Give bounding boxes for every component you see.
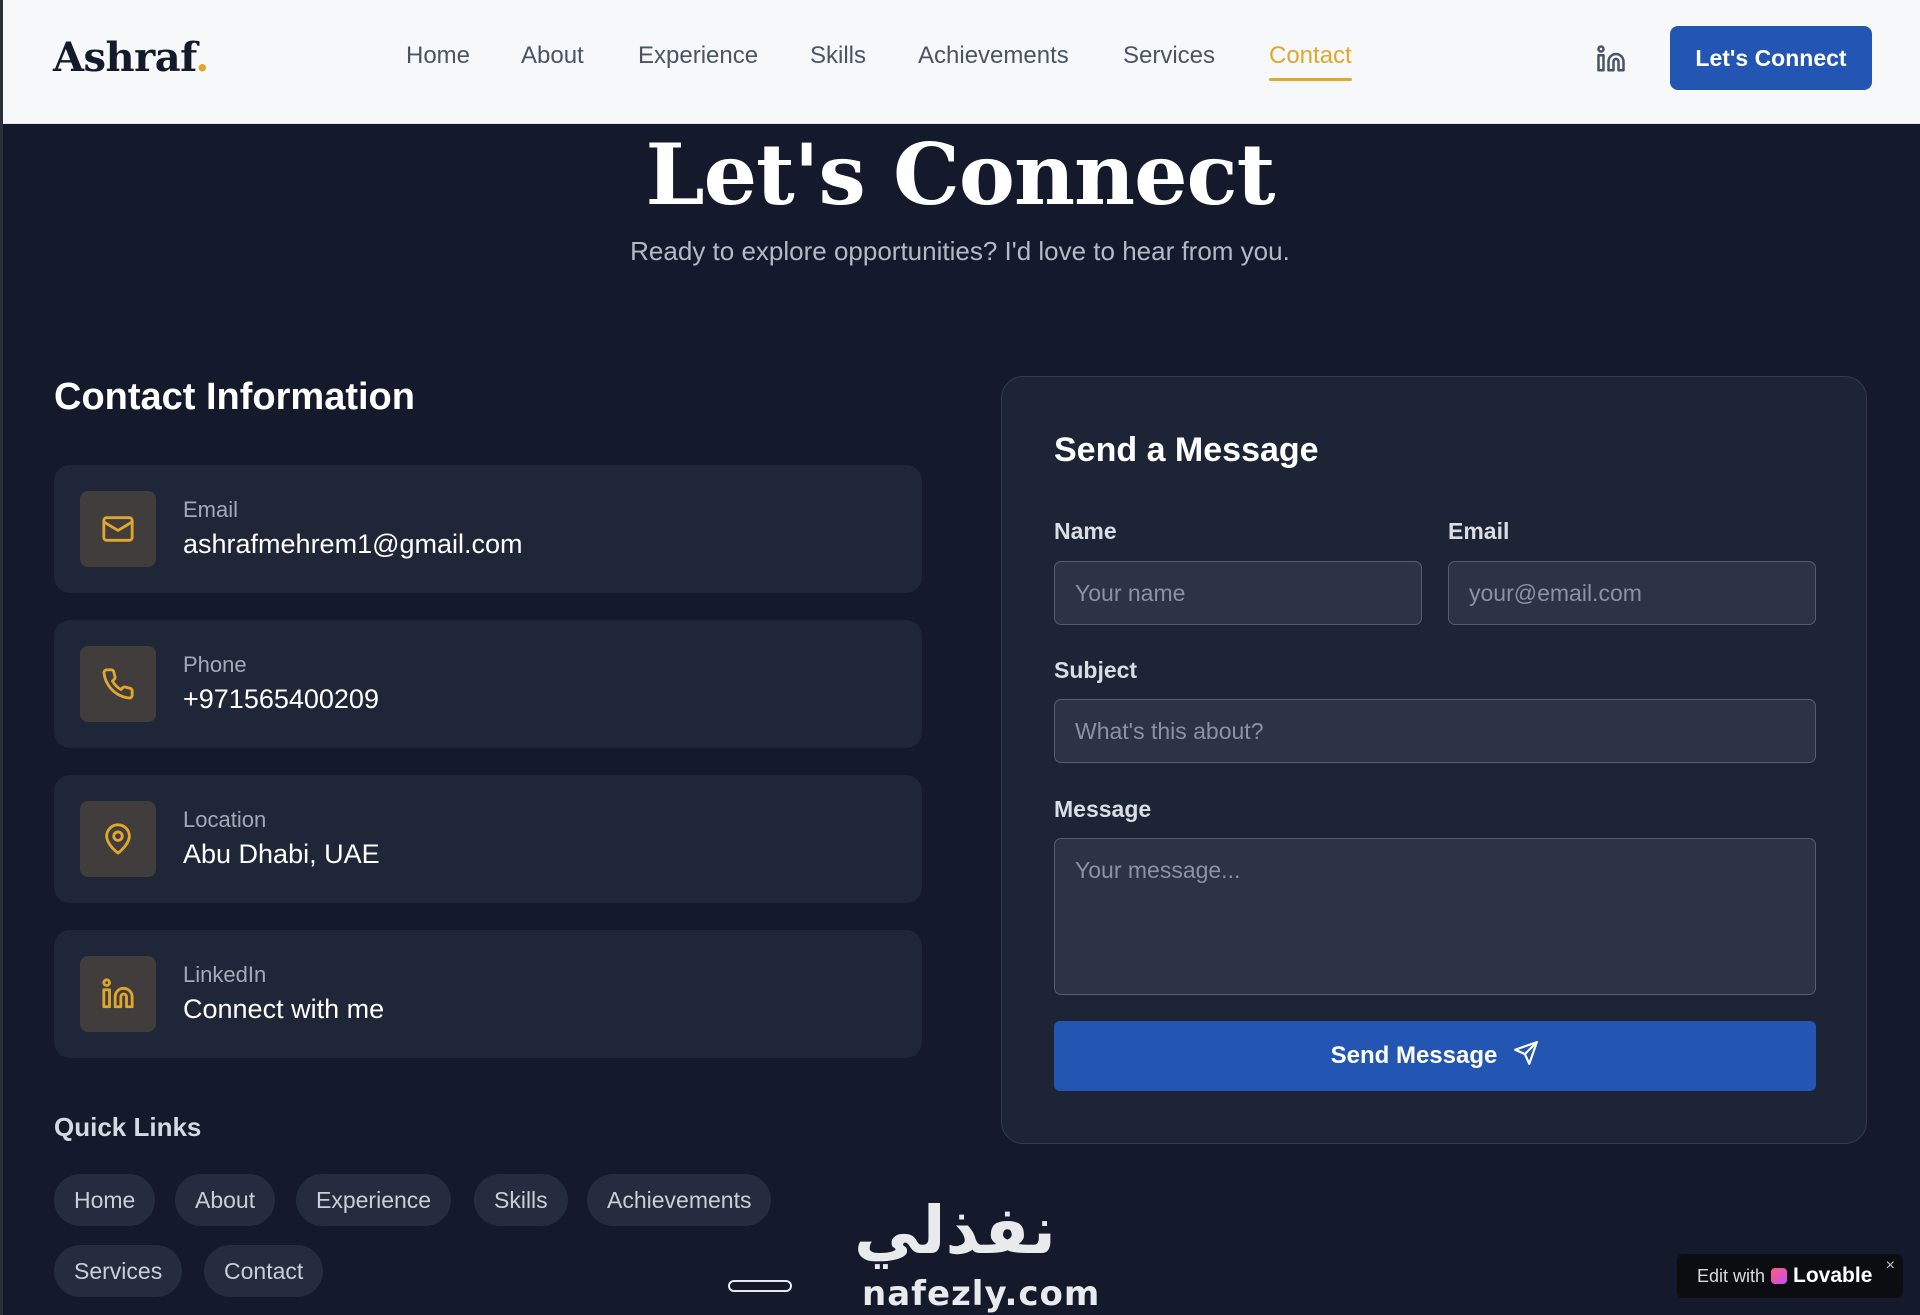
- message-textarea[interactable]: [1054, 838, 1816, 995]
- site-header: Ashraf. Home About Experience Skills Ach…: [3, 0, 1920, 124]
- watermark-arabic: نفذلي: [854, 1192, 1056, 1269]
- watermark-url: nafezly.com: [862, 1274, 1101, 1314]
- linkedin-icon: [80, 956, 156, 1032]
- close-icon[interactable]: ×: [1886, 1257, 1895, 1275]
- quick-link-achievements[interactable]: Achievements: [587, 1174, 772, 1226]
- edit-with-lovable-badge[interactable]: Edit with Lovable ×: [1677, 1254, 1903, 1298]
- send-icon: [1513, 1040, 1539, 1073]
- quick-link-contact[interactable]: Contact: [204, 1245, 324, 1297]
- badge-brand: Lovable: [1793, 1264, 1873, 1287]
- nav-achievements[interactable]: Achievements: [918, 42, 1069, 70]
- name-input[interactable]: [1054, 561, 1422, 625]
- quick-links-title: Quick Links: [54, 1112, 202, 1142]
- send-message-label: Send Message: [1330, 1042, 1498, 1069]
- send-message-button[interactable]: Send Message: [1054, 1021, 1816, 1091]
- contact-card-linkedin[interactable]: LinkedIn Connect with me: [54, 930, 922, 1058]
- badge-prefix: Edit with: [1697, 1265, 1766, 1286]
- contact-value: Abu Dhabi, UAE: [183, 839, 380, 869]
- nav-services[interactable]: Services: [1123, 42, 1215, 70]
- lets-connect-button[interactable]: Let's Connect: [1670, 26, 1872, 90]
- quick-link-about[interactable]: About: [175, 1174, 276, 1226]
- contact-form: Send a Message Name Email Subject Messag…: [1001, 376, 1867, 1144]
- mail-icon: [80, 491, 156, 567]
- message-label: Message: [1054, 796, 1152, 822]
- contact-label: Location: [183, 807, 267, 832]
- nav-experience[interactable]: Experience: [638, 42, 758, 70]
- main-nav: Home About Experience Skills Achievement…: [3, 0, 1920, 124]
- contact-card-email[interactable]: Email ashrafmehrem1@gmail.com: [54, 465, 922, 593]
- name-label: Name: [1054, 518, 1117, 544]
- watermark: نفذلي nafezly.com: [846, 1192, 1099, 1314]
- email-input[interactable]: [1448, 561, 1816, 625]
- nav-home[interactable]: Home: [406, 42, 470, 70]
- page-subtitle: Ready to explore opportunities? I'd love…: [630, 236, 1290, 266]
- lovable-logo-icon: [1771, 1268, 1788, 1284]
- subject-input[interactable]: [1054, 699, 1816, 763]
- contact-label: LinkedIn: [183, 962, 267, 987]
- scroll-indicator: [728, 1280, 792, 1292]
- map-pin-icon: [80, 801, 156, 877]
- form-title: Send a Message: [1054, 431, 1319, 469]
- linkedin-icon[interactable]: [1596, 44, 1626, 74]
- quick-link-home[interactable]: Home: [54, 1174, 156, 1226]
- contact-info-title: Contact Information: [54, 376, 415, 418]
- phone-icon: [80, 646, 156, 722]
- contact-card-phone[interactable]: Phone +971565400209: [54, 620, 922, 748]
- nav-about[interactable]: About: [521, 42, 584, 70]
- contact-value: ashrafmehrem1@gmail.com: [183, 529, 523, 559]
- quick-link-experience[interactable]: Experience: [296, 1174, 452, 1226]
- contact-card-location: Location Abu Dhabi, UAE: [54, 775, 922, 903]
- contact-label: Phone: [183, 652, 247, 677]
- page-title: Let's Connect: [645, 125, 1276, 224]
- nav-contact[interactable]: Contact: [1269, 42, 1352, 81]
- subject-label: Subject: [1054, 657, 1138, 683]
- quick-link-skills[interactable]: Skills: [474, 1174, 568, 1226]
- contact-value: +971565400209: [183, 684, 379, 714]
- nav-skills[interactable]: Skills: [810, 42, 866, 70]
- quick-link-services[interactable]: Services: [54, 1245, 183, 1297]
- contact-label: Email: [183, 497, 239, 522]
- email-label: Email: [1448, 518, 1510, 544]
- contact-value: Connect with me: [183, 994, 385, 1024]
